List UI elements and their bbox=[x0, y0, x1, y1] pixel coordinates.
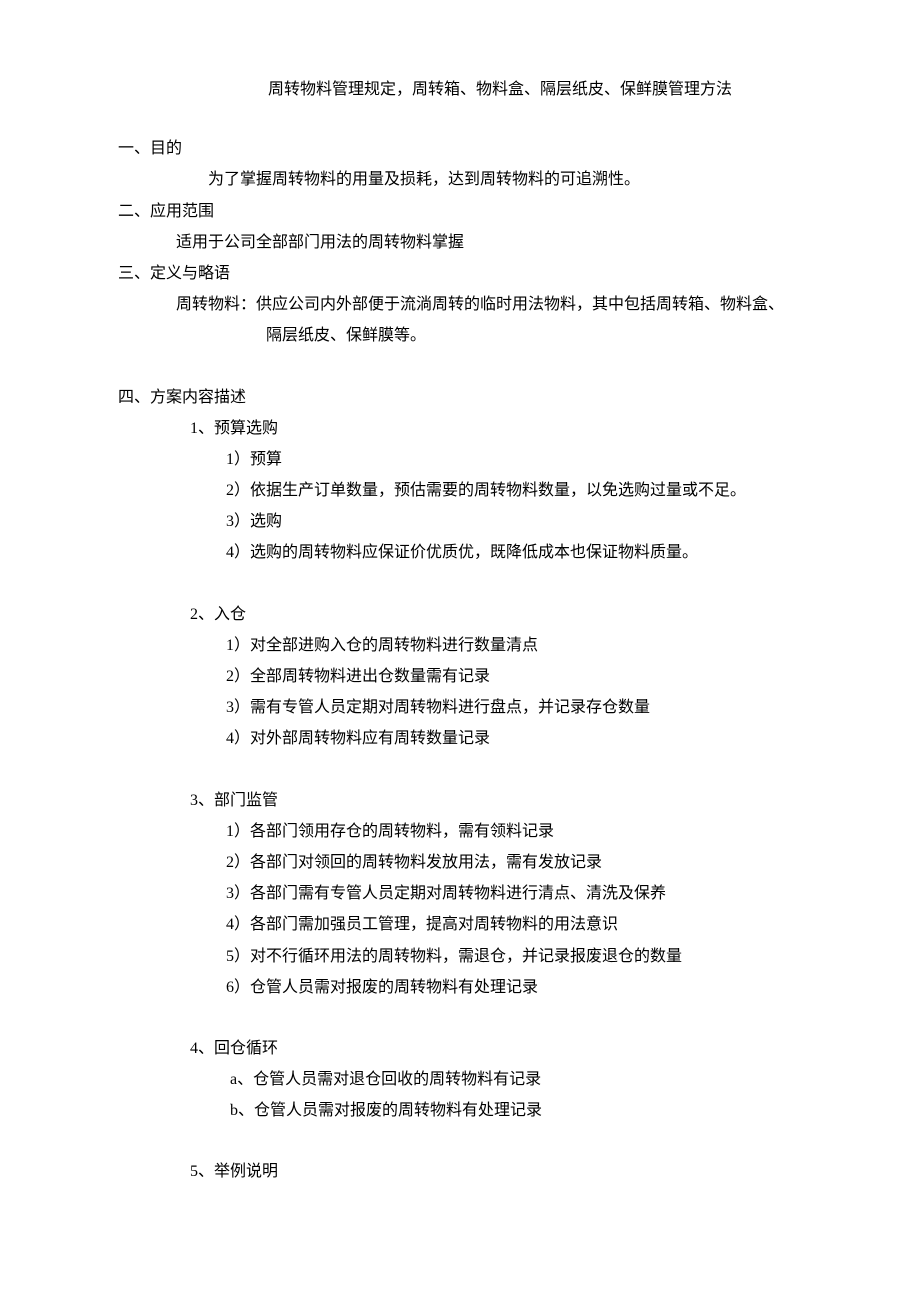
list-item: 4）选购的周转物料应保证价优质优，既降低成本也保证物料质量。 bbox=[118, 537, 802, 568]
subsection-4-5-title: 5、举例说明 bbox=[118, 1156, 802, 1187]
section-4-heading: 四、方案内容描述 bbox=[118, 382, 802, 413]
document-page: 周转物料管理规定，周转箱、物料盒、隔层纸皮、保鲜膜管理方法 一、目的 为了掌握周… bbox=[0, 0, 920, 1228]
section-3-heading: 三、定义与略语 bbox=[118, 258, 802, 289]
list-item: 5）对不行循环用法的周转物料，需退仓，并记录报废退仓的数量 bbox=[118, 941, 802, 972]
section-1-text: 为了掌握周转物料的用量及损耗，达到周转物料的可追溯性。 bbox=[118, 164, 802, 195]
section-3-text-line1: 周转物料：供应公司内外部便于流淌周转的临时用法物料，其中包括周转箱、物料盒、 bbox=[118, 289, 802, 320]
list-item: 2）各部门对领回的周转物料发放用法，需有发放记录 bbox=[118, 847, 802, 878]
list-item: 6）仓管人员需对报废的周转物料有处理记录 bbox=[118, 972, 802, 1003]
section-2-heading: 二、应用范围 bbox=[118, 196, 802, 227]
subsection-4-2-title: 2、入仓 bbox=[118, 599, 802, 630]
list-item: 4）各部门需加强员工管理，提高对周转物料的用法意识 bbox=[118, 909, 802, 940]
list-item: 1）预算 bbox=[118, 444, 802, 475]
list-item: 4）对外部周转物料应有周转数量记录 bbox=[118, 723, 802, 754]
list-item: 2）全部周转物料进出仓数量需有记录 bbox=[118, 661, 802, 692]
document-title: 周转物料管理规定，周转箱、物料盒、隔层纸皮、保鲜膜管理方法 bbox=[118, 74, 802, 105]
list-item: 3）各部门需有专管人员定期对周转物料进行清点、清洗及保养 bbox=[118, 878, 802, 909]
subsection-4-3-title: 3、部门监管 bbox=[118, 785, 802, 816]
section-1-heading: 一、目的 bbox=[118, 133, 802, 164]
section-3-text-line2: 隔层纸皮、保鲜膜等。 bbox=[118, 320, 802, 351]
section-2-text: 适用于公司全部部门用法的周转物料掌握 bbox=[118, 227, 802, 258]
list-item: 1）对全部进购入仓的周转物料进行数量清点 bbox=[118, 630, 802, 661]
list-item: 1）各部门领用存仓的周转物料，需有领料记录 bbox=[118, 816, 802, 847]
list-item: 2）依据生产订单数量，预估需要的周转物料数量，以免选购过量或不足。 bbox=[118, 475, 802, 506]
list-item: 3）需有专管人员定期对周转物料进行盘点，并记录存仓数量 bbox=[118, 692, 802, 723]
list-item: b、仓管人员需对报废的周转物料有处理记录 bbox=[118, 1095, 802, 1126]
list-item: 3）选购 bbox=[118, 506, 802, 537]
subsection-4-4-title: 4、回仓循环 bbox=[118, 1033, 802, 1064]
list-item: a、仓管人员需对退仓回收的周转物料有记录 bbox=[118, 1064, 802, 1095]
subsection-4-1-title: 1、预算选购 bbox=[118, 413, 802, 444]
